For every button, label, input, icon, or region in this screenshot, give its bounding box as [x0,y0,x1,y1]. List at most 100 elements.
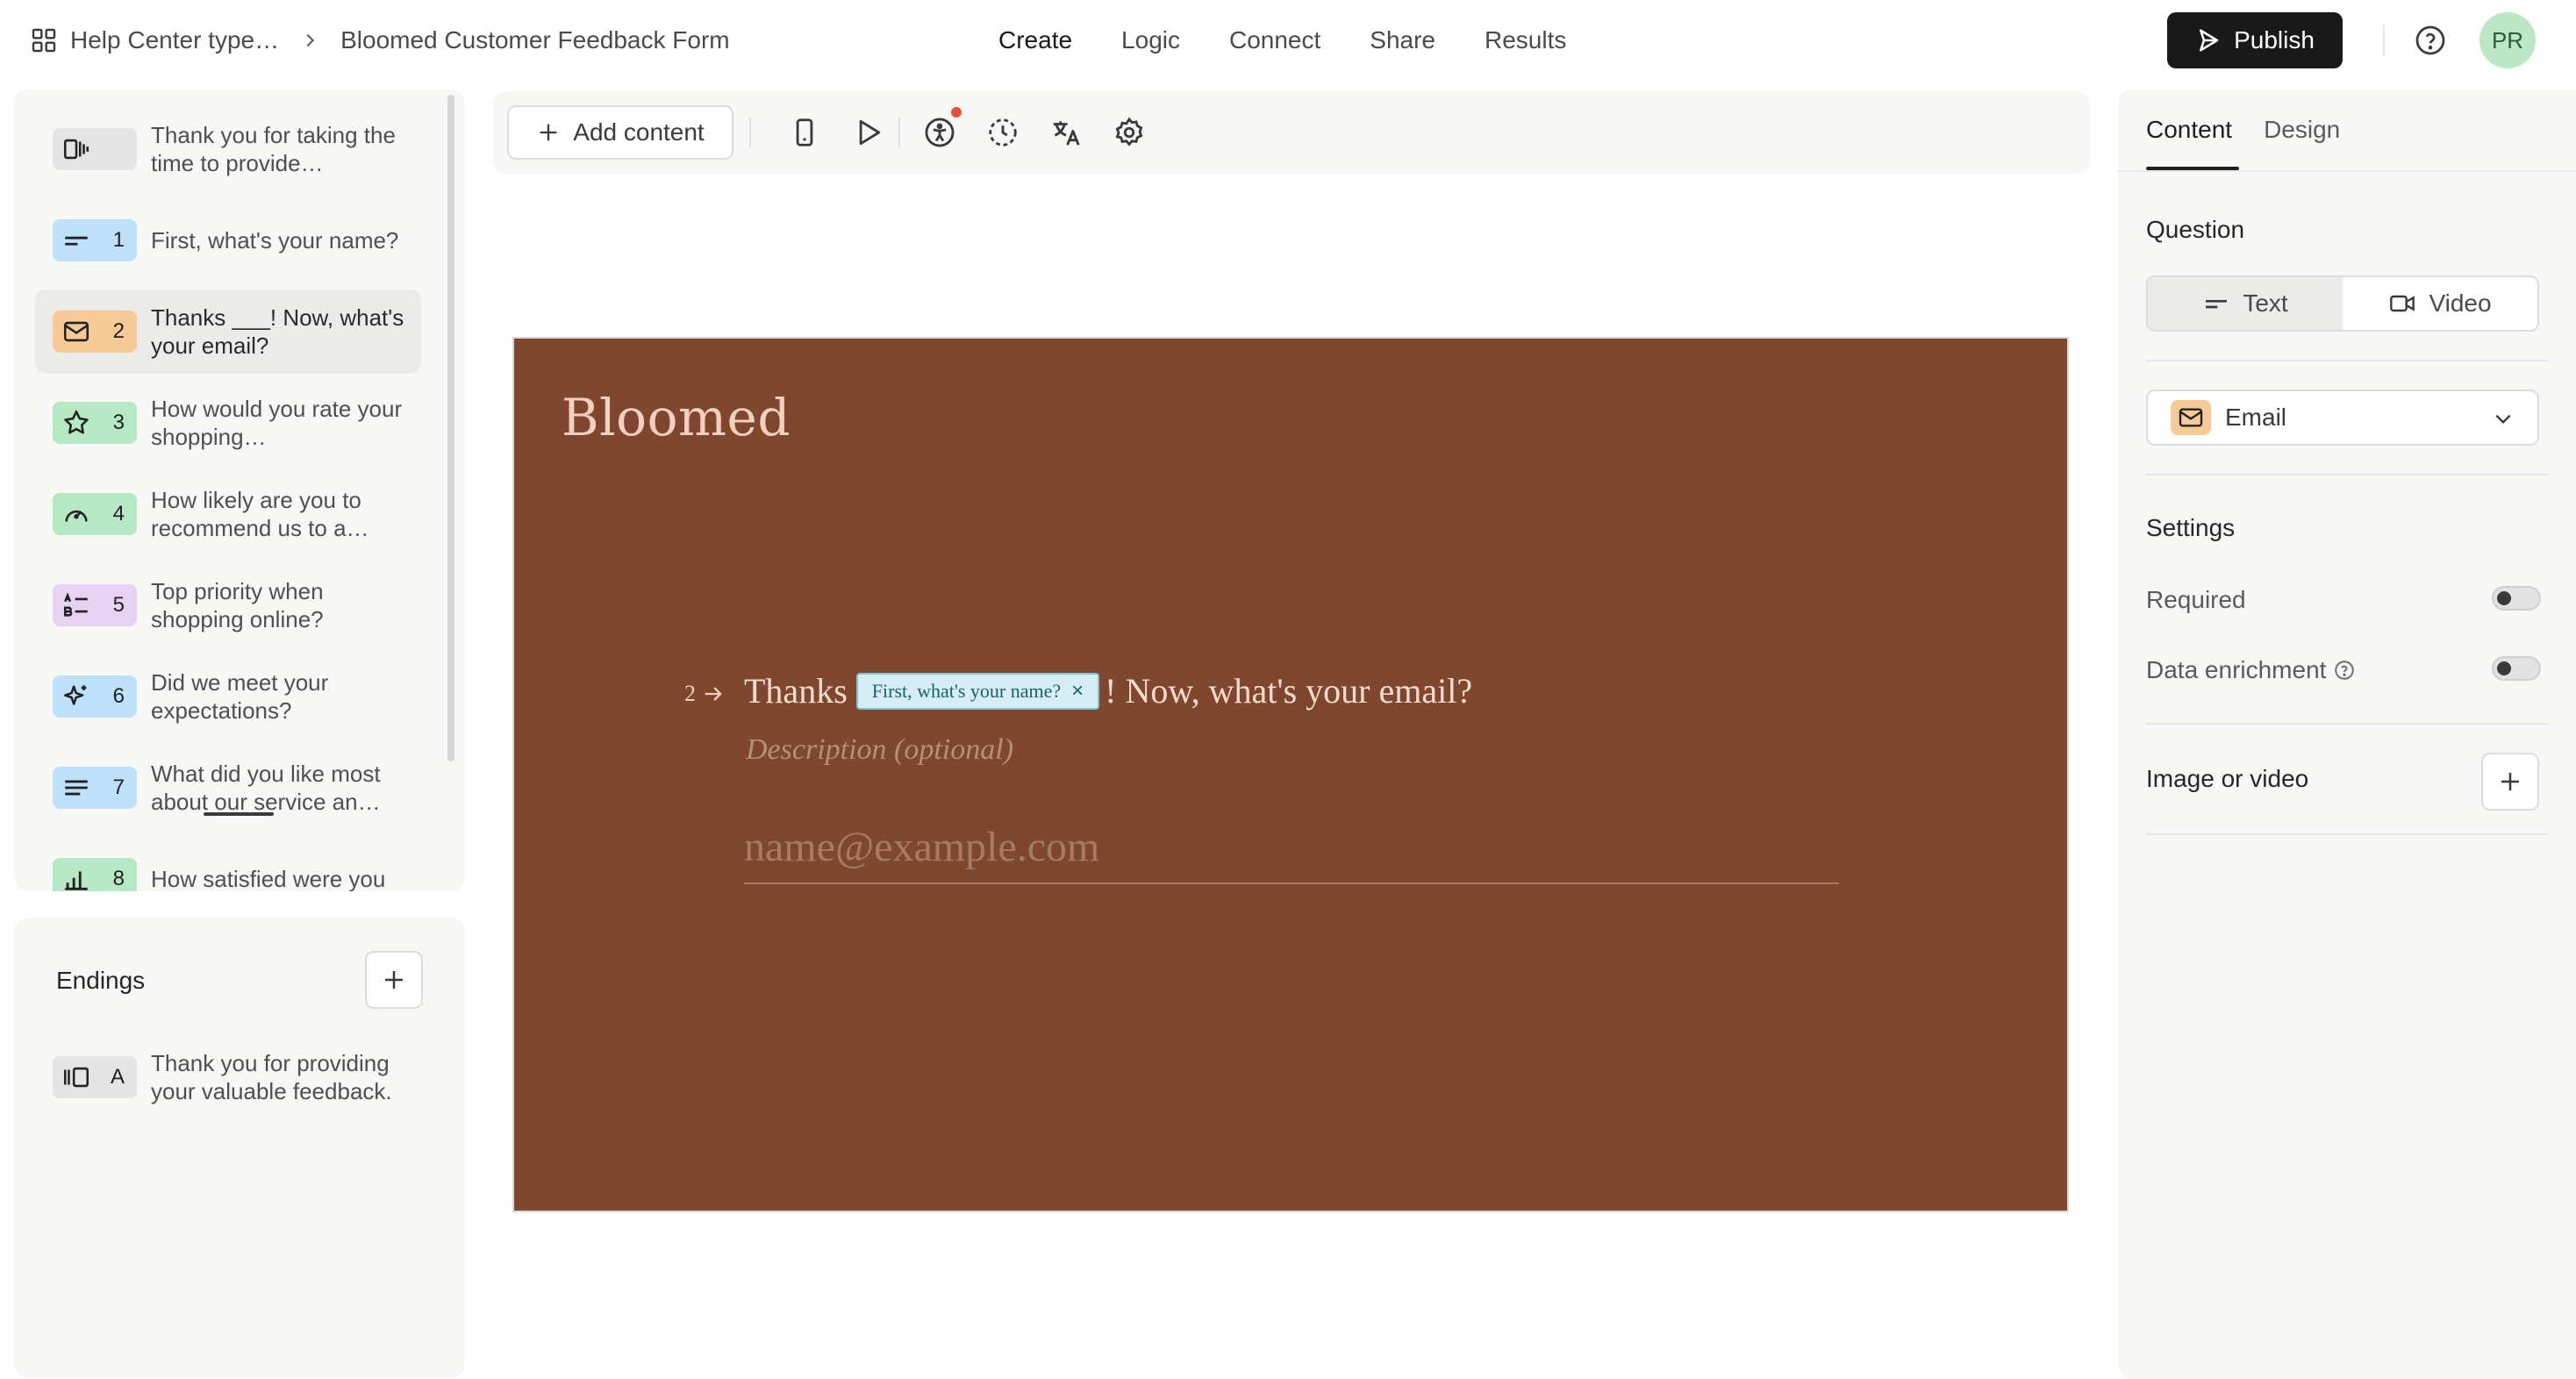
play-preview-icon[interactable] [851,116,884,149]
nav-share[interactable]: Share [1370,23,1435,58]
recall-chip-label: First, what's your name? [871,679,1062,702]
section-divider [2146,723,2548,725]
question-title-after: ! Now, what's your email? [1105,671,1473,711]
add-content-label: Add content [573,118,705,146]
question-item-welcome[interactable]: Thank you for taking the time to provide… [35,104,421,195]
data-enrichment-toggle[interactable] [2492,656,2541,681]
grid-icon[interactable] [30,26,58,54]
plus-icon [385,971,403,989]
tabs-divider [2118,170,2576,172]
long-text-icon [65,780,88,796]
question-item-5[interactable]: 5 Top priority when shopping online? [35,560,421,651]
question-label: First, what's your name? [151,227,399,254]
required-setting-label: Required [2146,586,2246,613]
video-camera-icon [2390,295,2415,312]
chevron-down-icon [2495,414,2511,425]
remove-recall-icon[interactable]: × [1071,679,1084,704]
ranking-icon [63,592,88,617]
publish-button[interactable]: Publish [2167,12,2343,68]
email-answer-input[interactable]: name@example.com [744,821,1839,884]
info-question-icon[interactable] [2333,659,2356,682]
chevron-right-icon [306,33,315,47]
translate-icon[interactable] [1049,116,1083,149]
tab-design[interactable]: Design [2264,116,2340,144]
ending-screen-icon [63,1067,89,1088]
mode-text-button[interactable]: Text [2148,277,2343,330]
loading-time-icon[interactable] [986,116,1020,149]
text-lines-icon [2206,300,2228,309]
help-icon[interactable] [2415,25,2446,56]
main-nav: Create Logic Connect Share Results [998,23,1566,58]
question-badge: 8 [53,858,137,891]
question-badge: 5 [53,584,137,626]
question-badge: 6 [53,675,137,718]
accessibility-icon[interactable] [923,116,956,149]
question-badge [53,128,137,170]
question-type-value: Email [2225,404,2287,431]
toolbar-divider [749,118,751,147]
question-item-8[interactable]: 8 How satisfied were you [35,833,421,891]
nav-logic[interactable]: Logic [1121,23,1180,58]
ending-badge: A [53,1056,137,1098]
question-label: How satisfied were you [151,866,386,891]
star-icon [64,410,89,434]
nav-results[interactable]: Results [1485,23,1566,58]
question-title-before: Thanks [744,671,848,711]
gauge-icon [65,510,88,522]
question-item-1[interactable]: 1 First, what's your name? [35,195,421,286]
question-badge: 4 [53,493,137,535]
add-image-or-video-button[interactable] [2481,753,2539,811]
question-type-badge [2171,400,2211,435]
breadcrumb-form-title[interactable]: Bloomed Customer Feedback Form [340,26,730,54]
mobile-preview-icon[interactable] [788,116,821,149]
questions-panel: Thank you for taking the time to provide… [14,89,465,891]
question-label: Top priority when shopping online? [151,578,324,632]
add-ending-button[interactable] [365,951,423,1009]
question-title[interactable]: Thanks First, what's your name? × ! Now,… [744,670,1472,711]
question-item-3[interactable]: 3 How would you rate your shopping… [35,377,421,468]
avatar[interactable]: PR [2479,12,2536,68]
settings-gear-icon[interactable] [1113,116,1146,149]
add-content-button[interactable]: Add content [507,105,733,160]
welcome-screen-icon [63,139,89,160]
bar-chart-icon [65,871,88,890]
ending-item-a[interactable]: A Thank you for providing your valuable … [53,1049,414,1105]
question-item-2[interactable]: 2 Thanks ___! Now, what's your email? [35,289,421,374]
question-item-6[interactable]: 6 Did we meet your expectations? [35,651,421,742]
tab-content[interactable]: Content [2146,116,2232,144]
arrow-right-icon [705,687,722,701]
required-toggle[interactable] [2492,586,2541,611]
form-preview-canvas[interactable]: Bloomed 2 Thanks First, what's your name… [512,337,2069,1212]
editor-toolbar: Add content [493,91,2090,174]
plus-icon [540,124,557,141]
question-badge: 7 [53,767,137,809]
question-list-scrollbar[interactable] [447,95,454,761]
short-text-icon [65,236,88,246]
properties-tabs: Content Design [2146,116,2340,144]
question-label: How likely are you to recommend us to a… [151,487,369,541]
recall-chip[interactable]: First, what's your name? × [855,672,1100,710]
description-field[interactable]: Description (optional) [746,733,1013,767]
nav-connect[interactable]: Connect [1229,23,1320,58]
publish-label: Publish [2234,26,2315,54]
brand-logo: Bloomed [562,388,791,447]
data-enrichment-setting-label: Data enrichment [2146,656,2356,684]
question-item-7[interactable]: 7 What did you like most about our servi… [35,742,421,833]
properties-panel: Content Design Question Text Video Email… [2118,89,2576,1379]
settings-section-title: Settings [2146,514,2236,541]
send-icon [2200,29,2219,52]
image-or-video-title: Image or video [2146,765,2309,792]
question-label: What did you like most about our service… [151,761,381,815]
breadcrumb-workspace[interactable]: Help Center type… [70,26,279,54]
email-icon [63,321,89,342]
section-divider [2146,833,2548,835]
plus-icon [2501,773,2519,790]
notification-dot [951,107,962,118]
endings-panel: Endings A Thank you for providing your v… [14,918,465,1377]
question-type-select[interactable]: Email [2146,389,2539,446]
nav-create[interactable]: Create [998,23,1072,58]
question-label: Thank you for taking the time to provide… [151,122,396,176]
question-section-title: Question [2146,216,2245,243]
question-item-4[interactable]: 4 How likely are you to recommend us to … [35,468,421,560]
mode-video-button[interactable]: Video [2343,277,2537,330]
